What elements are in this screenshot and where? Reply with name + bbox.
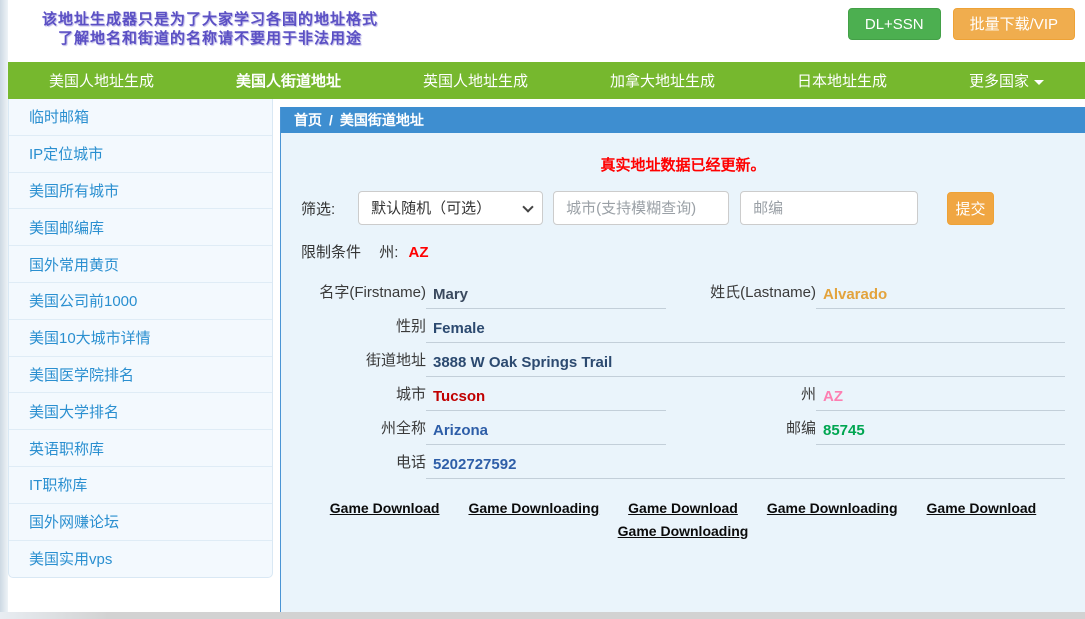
sidebar-item-us-top1000-companies[interactable]: 美国公司前1000: [9, 283, 272, 320]
update-notice: 真实地址数据已经更新。: [281, 154, 1085, 174]
breadcrumb-separator: /: [329, 112, 333, 128]
nav-item-uk-address-generator[interactable]: 英国人地址生成: [423, 70, 528, 91]
gender-label: 性别: [293, 309, 426, 343]
sidebar-menu: 临时邮箱 IP定位城市 美国所有城市 美国邮编库 国外常用黄页 美国公司前100…: [8, 99, 273, 578]
phone-label: 电话: [293, 445, 426, 479]
nav-more-countries-label: 更多国家: [969, 73, 1029, 90]
batch-download-vip-button[interactable]: 批量下载/VIP: [953, 8, 1075, 40]
sidebar-item-foreign-yellowpages[interactable]: 国外常用黄页: [9, 246, 272, 283]
game-download-link-2[interactable]: Game Downloading: [468, 500, 599, 516]
zipcode-input[interactable]: [740, 191, 918, 225]
sidebar-item-temp-email[interactable]: 临时邮箱: [9, 99, 272, 136]
phone-value: 5202727592: [426, 445, 1065, 479]
dl-ssn-button[interactable]: DL+SSN: [848, 8, 941, 40]
disclaimer-line-1: 该地址生成器只是为了大家学习各国的地址格式: [42, 10, 378, 29]
page-left-edge: [0, 0, 8, 612]
page-bottom-edge: [0, 612, 1085, 619]
lastname-value: Alvarado: [816, 275, 1065, 309]
filter-label: 筛选:: [301, 198, 335, 219]
sidebar-item-all-us-cities[interactable]: 美国所有城市: [9, 173, 272, 210]
sidebar-item-us-university-rank[interactable]: 美国大学排名: [9, 393, 272, 430]
city-label: 城市: [293, 377, 426, 411]
constraint-row: 限制条件 州: AZ: [301, 241, 1085, 263]
sidebar-item-us-top10-cities[interactable]: 美国10大城市详情: [9, 320, 272, 357]
caret-down-icon: [1034, 80, 1044, 85]
state-value: AZ: [816, 377, 1065, 411]
lastname-label: 姓氏(Lastname): [666, 275, 816, 309]
main-content: 首页 / 美国街道地址 真实地址数据已经更新。 筛选: 默认随机（可选） 提交 …: [280, 107, 1085, 612]
street-address-value: 3888 W Oak Springs Trail: [426, 343, 1065, 377]
site-header: 该地址生成器只是为了大家学习各国的地址格式 了解地名和街道的名称请不要用于非法用…: [8, 0, 1085, 62]
breadcrumb-home-link[interactable]: 首页: [294, 110, 322, 130]
page: 该地址生成器只是为了大家学习各国的地址格式 了解地名和街道的名称请不要用于非法用…: [0, 0, 1085, 619]
breadcrumb: 首页 / 美国街道地址: [281, 107, 1085, 133]
gender-value: Female: [426, 309, 1065, 343]
street-address-label: 街道地址: [293, 343, 426, 377]
sidebar-item-us-medschool-rank[interactable]: 美国医学院排名: [9, 357, 272, 394]
game-download-link-6[interactable]: Game Downloading: [618, 523, 749, 539]
city-value: Tucson: [426, 377, 666, 411]
zipcode-label: 邮编: [666, 411, 816, 445]
sidebar-item-it-titles-db[interactable]: IT职称库: [9, 467, 272, 504]
firstname-label: 名字(Firstname): [293, 275, 426, 309]
disclaimer-text: 该地址生成器只是为了大家学习各国的地址格式 了解地名和街道的名称请不要用于非法用…: [42, 10, 378, 48]
site-container: 该地址生成器只是为了大家学习各国的地址格式 了解地名和街道的名称请不要用于非法用…: [8, 0, 1085, 612]
state-fullname-value: Arizona: [426, 411, 666, 445]
state-label: 州: [666, 377, 816, 411]
game-links-row-1: Game Download Game Downloading Game Down…: [281, 500, 1085, 516]
sidebar-item-foreign-moneymaking-forum[interactable]: 国外网赚论坛: [9, 504, 272, 541]
nav-item-us-address-generator[interactable]: 美国人地址生成: [49, 70, 154, 91]
game-download-link-5[interactable]: Game Download: [927, 500, 1037, 516]
constraint-label: 限制条件: [301, 244, 361, 261]
state-select-wrap: 默认随机（可选）: [358, 191, 543, 225]
sidebar-item-us-practical-vps[interactable]: 美国实用vps: [9, 541, 272, 578]
firstname-value: Mary: [426, 275, 666, 309]
random-state-select[interactable]: 默认随机（可选）: [358, 191, 543, 225]
sidebar-item-ip-locate-city[interactable]: IP定位城市: [9, 136, 272, 173]
game-download-link-3[interactable]: Game Download: [628, 500, 738, 516]
sidebar-item-us-zipcode-db[interactable]: 美国邮编库: [9, 209, 272, 246]
nav-item-us-street-address[interactable]: 美国人街道地址: [236, 70, 341, 91]
game-download-link-4[interactable]: Game Downloading: [767, 500, 898, 516]
zipcode-value: 85745: [816, 411, 1065, 445]
nav-item-more-countries[interactable]: 更多国家: [969, 70, 1044, 91]
game-download-link-1[interactable]: Game Download: [330, 500, 440, 516]
nav-item-canada-address-generator[interactable]: 加拿大地址生成: [610, 70, 715, 91]
city-search-input[interactable]: [553, 191, 729, 225]
constraint-field-label: 州:: [379, 244, 398, 261]
main-nav: 美国人地址生成 美国人街道地址 英国人地址生成 加拿大地址生成 日本地址生成 更…: [8, 62, 1085, 99]
filter-bar: 筛选: 默认随机（可选） 提交: [301, 191, 1085, 225]
address-fields: 名字(Firstname) Mary 姓氏(Lastname) Alvarado…: [293, 275, 1065, 479]
game-links-row-2: Game Downloading: [281, 523, 1085, 539]
header-buttons: DL+SSN 批量下载/VIP: [848, 8, 1075, 40]
sidebar-item-english-titles-db[interactable]: 英语职称库: [9, 430, 272, 467]
constraint-state-value: AZ: [409, 244, 429, 261]
submit-button[interactable]: 提交: [947, 192, 994, 225]
breadcrumb-current: 美国街道地址: [340, 110, 424, 130]
nav-item-japan-address-generator[interactable]: 日本地址生成: [797, 70, 887, 91]
disclaimer-line-2: 了解地名和街道的名称请不要用于非法用途: [42, 29, 378, 48]
state-fullname-label: 州全称: [293, 411, 426, 445]
